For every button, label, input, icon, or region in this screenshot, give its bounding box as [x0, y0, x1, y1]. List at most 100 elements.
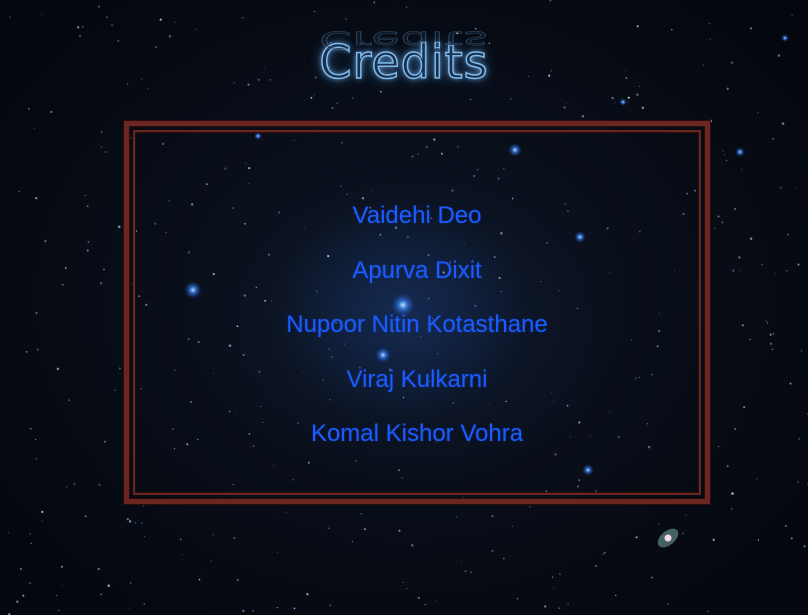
star	[114, 389, 116, 391]
star	[791, 14, 793, 17]
star	[41, 520, 44, 522]
star	[470, 571, 473, 574]
star	[212, 534, 214, 536]
credit-name: Apurva Dixit	[352, 256, 482, 284]
star	[615, 594, 617, 597]
star	[406, 6, 408, 8]
star	[769, 342, 773, 345]
star	[681, 532, 684, 535]
star	[435, 600, 437, 602]
star	[313, 93, 315, 96]
star	[549, 0, 552, 2]
star	[406, 587, 408, 590]
credit-item: Nupoor Nitin Kotasthane	[124, 305, 710, 360]
star	[107, 584, 110, 587]
star	[667, 603, 669, 606]
star	[41, 510, 44, 514]
star	[28, 107, 30, 110]
star	[35, 457, 38, 460]
credits-title: Credits	[319, 34, 489, 90]
star	[84, 515, 87, 518]
star	[210, 560, 212, 562]
star	[724, 154, 726, 156]
star	[97, 5, 101, 8]
star	[174, 21, 176, 23]
star	[331, 106, 334, 109]
star	[772, 138, 774, 140]
star	[559, 573, 561, 575]
star	[16, 600, 19, 603]
star	[464, 570, 467, 573]
star	[61, 283, 64, 286]
star	[454, 570, 456, 572]
star	[707, 610, 709, 612]
star	[595, 565, 597, 567]
credit-name: Nupoor Nitin Kotasthane	[286, 311, 548, 338]
star	[460, 10, 462, 12]
star	[345, 18, 347, 21]
star	[739, 270, 741, 272]
star	[143, 535, 145, 537]
star	[241, 16, 244, 19]
credit-item: Komal Kishor Vohra	[124, 414, 710, 469]
star	[128, 520, 132, 523]
star	[611, 96, 614, 100]
star	[29, 533, 31, 535]
star	[741, 324, 744, 327]
star	[766, 322, 769, 324]
star	[35, 311, 38, 314]
star	[110, 23, 114, 27]
star	[803, 545, 806, 548]
star	[794, 187, 796, 189]
star	[22, 594, 25, 597]
star	[658, 523, 661, 525]
star	[614, 102, 616, 104]
star	[738, 256, 741, 259]
star	[117, 225, 121, 229]
star	[50, 110, 53, 113]
credit-item: Vaidehi Deo	[124, 196, 710, 251]
star	[544, 605, 547, 608]
star	[86, 205, 89, 208]
star	[552, 586, 555, 588]
star	[134, 521, 137, 525]
star	[731, 492, 734, 495]
star	[784, 525, 787, 527]
star	[56, 367, 60, 371]
credit-name: Viraj Kulkarni	[346, 365, 488, 393]
star	[787, 233, 789, 236]
star	[77, 26, 80, 29]
star	[364, 528, 366, 531]
star	[749, 237, 753, 240]
star	[460, 561, 462, 562]
star	[790, 537, 793, 540]
star	[402, 581, 404, 584]
star	[64, 267, 67, 270]
star	[713, 227, 716, 230]
star	[529, 506, 531, 508]
star	[491, 549, 494, 552]
star	[708, 22, 711, 25]
star	[57, 609, 60, 612]
star	[730, 508, 733, 510]
star	[761, 263, 763, 266]
star	[336, 102, 338, 105]
star	[717, 446, 719, 448]
star	[73, 482, 76, 485]
star	[734, 208, 736, 210]
star	[143, 603, 145, 605]
star	[743, 406, 746, 409]
star	[567, 603, 570, 606]
star	[33, 127, 36, 130]
credit-name: Komal Kishor Vohra	[310, 420, 524, 447]
credits-name-list: Vaidehi Deo Apurva Dixit Nupoor Nitin Ko…	[124, 196, 710, 469]
star	[97, 567, 100, 571]
star	[789, 382, 792, 385]
star	[351, 540, 353, 543]
glowing-star	[735, 147, 745, 157]
star	[103, 268, 105, 271]
star	[293, 607, 296, 610]
star	[749, 338, 751, 341]
star	[651, 576, 653, 579]
star	[503, 557, 505, 560]
